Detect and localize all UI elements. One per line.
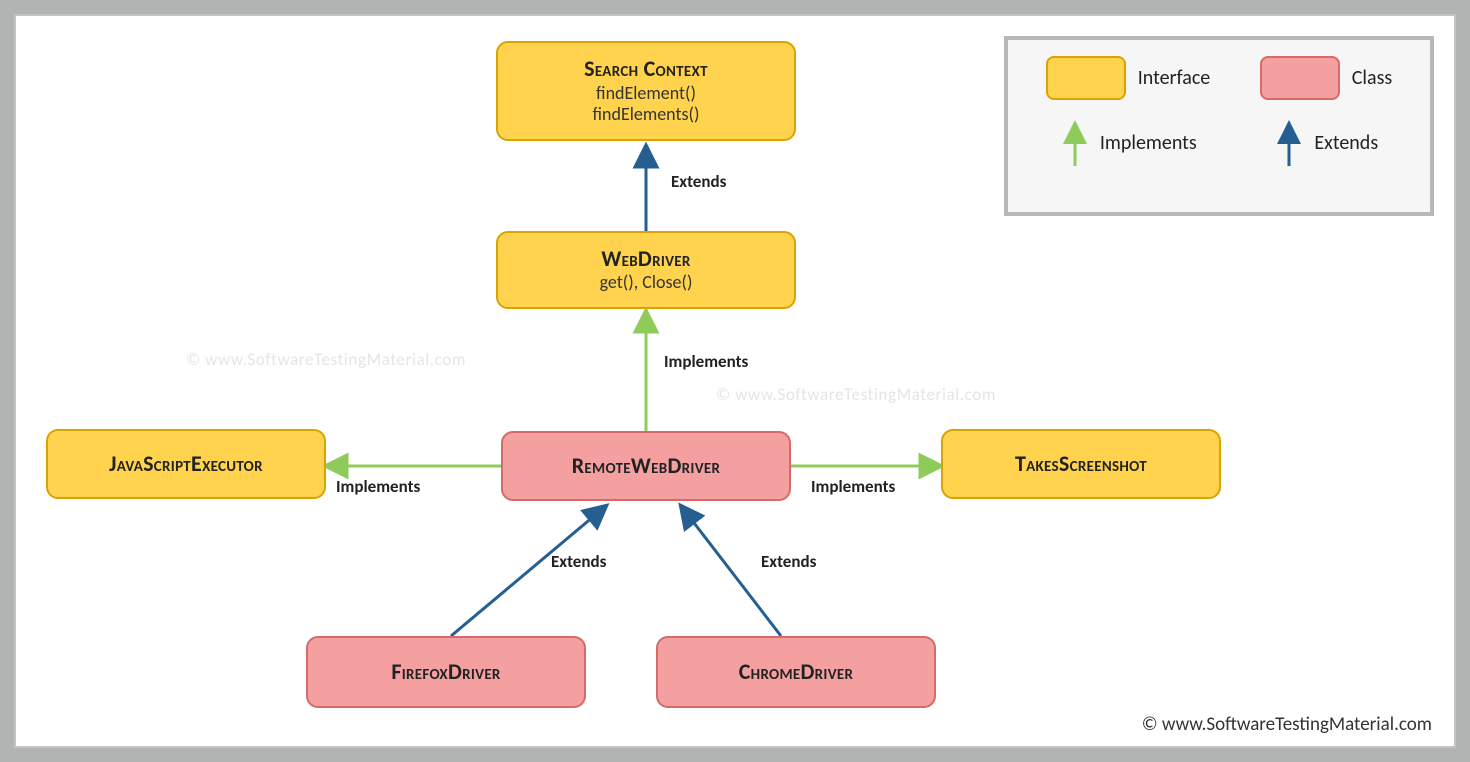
copyright-text: © www.SoftwareTestingMaterial.com [1142,713,1432,736]
legend-label: Class [1352,66,1392,90]
watermark-text: © www.SoftwareTestingMaterial.com [186,349,466,370]
edge-label-extends: Extends [551,551,606,572]
legend-label: Interface [1138,66,1210,90]
node-webdriver: WebDriver get(), Close() [496,231,796,309]
legend-item-extends: Extends [1274,118,1378,168]
legend-row-types: Interface Class [1026,56,1412,100]
edge-label-extends: Extends [761,551,816,572]
node-title: Search Context [584,56,708,82]
edge-label-implements: Implements [336,476,420,497]
node-title: WebDriver [601,246,690,272]
node-title: JavaScriptExecutor [109,451,263,477]
edge-label-implements: Implements [664,351,748,372]
node-member: findElement() [596,83,696,105]
node-chromedriver: ChromeDriver [656,636,936,708]
legend-item-interface: Interface [1046,56,1210,100]
edge-label-extends: Extends [671,171,726,192]
legend-swatch-class [1260,56,1340,100]
node-title: ChromeDriver [739,659,854,685]
legend-box: Interface Class Implements Extends [1004,36,1434,216]
node-search-context: Search Context findElement() findElement… [496,41,796,141]
edge-label-implements: Implements [811,476,895,497]
legend-item-class: Class [1260,56,1392,100]
node-title: RemoteWebDriver [572,453,720,479]
legend-label: Implements [1100,131,1197,155]
node-javascriptexecutor: JavaScriptExecutor [46,429,326,499]
arrow-up-icon [1274,118,1304,168]
node-member: findElements() [593,104,700,126]
arrow-up-icon [1060,118,1090,168]
node-member: get(), Close() [600,272,693,294]
diagram-canvas: Search Context findElement() findElement… [14,14,1456,748]
legend-item-implements: Implements [1060,118,1197,168]
legend-label: Extends [1314,131,1378,155]
node-remotewebdriver: RemoteWebDriver [501,431,791,501]
legend-swatch-interface [1046,56,1126,100]
watermark-text: © www.SoftwareTestingMaterial.com [716,384,996,405]
node-firefoxdriver: FirefoxDriver [306,636,586,708]
node-takesscreenshot: TakesScreenshot [941,429,1221,499]
node-title: FirefoxDriver [391,659,500,685]
legend-row-arrows: Implements Extends [1026,118,1412,168]
node-title: TakesScreenshot [1015,451,1147,477]
